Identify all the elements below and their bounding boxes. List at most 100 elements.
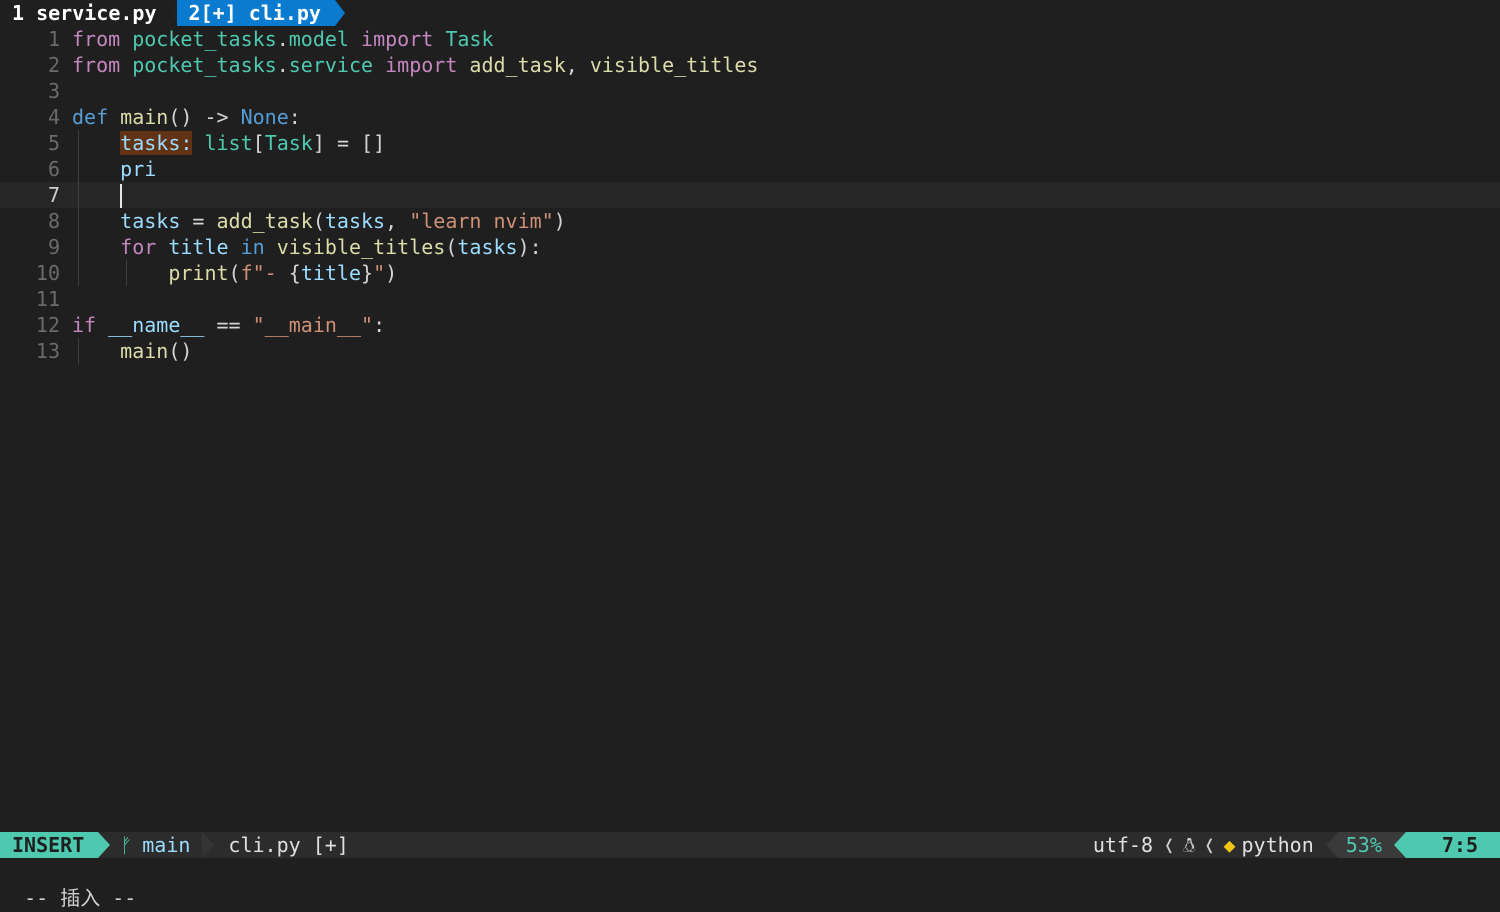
code-token: . [276,53,289,77]
line-number: 4 [47,105,60,129]
code-token: [ [252,131,265,155]
indent-guide [78,182,80,208]
code-token: main [120,105,169,129]
code-line[interactable]: 1 from pocket_tasks.model import Task [0,26,1500,52]
tab-service-py[interactable]: 1 service.py [0,0,167,26]
filetype-label: python [1241,833,1314,857]
encoding: utf-8 [1087,832,1159,858]
code-token: if [72,313,97,337]
code-token: main [120,339,169,363]
code-token: { [288,261,301,285]
percent-arrow-icon [1325,832,1338,858]
code-token: = [180,209,217,233]
file-name: cli.py [+] [214,832,348,858]
code-text: pri [72,156,156,182]
code-token: "learn nvim" [409,209,554,233]
code-token: } [361,261,374,285]
code-line[interactable]: 8 tasks = add_task(tasks, "learn nvim") [0,208,1500,234]
code-token: import [361,27,434,51]
code-token: : [373,313,386,337]
line-number: 12 [35,313,60,337]
branch-arrow-icon [202,832,215,858]
code-token: __name__ [108,313,205,337]
code-token: Task [264,131,313,155]
code-line[interactable]: 2 from pocket_tasks.service import add_ta… [0,52,1500,78]
code-token: , [565,53,590,77]
python-icon: ◆ [1223,833,1236,857]
code-token: () -> [168,105,241,129]
line-number: 7 [47,183,60,207]
code-line[interactable]: 6 pri [0,156,1500,182]
indent-guide [126,260,128,286]
code-token: tasks: [120,131,193,155]
code-token: ) [553,209,566,233]
git-branch-icon: ᚠ [120,833,133,857]
code-text: from pocket_tasks.service import add_tas… [72,52,758,78]
line-number: 1 [47,27,60,51]
filetype: python [1242,832,1326,858]
mode-indicator: INSERT [0,832,99,858]
code-line[interactable]: 3 [0,78,1500,104]
code-token: service [288,53,374,77]
position-arrow-icon [1393,832,1406,858]
mode-arrow-icon [98,832,111,858]
chevron-left-icon: ❬ [1163,833,1176,857]
code-token: pri [120,157,157,181]
code-line[interactable]: 10 print(f"- {title}") [0,260,1500,286]
code-line[interactable]: 11 [0,286,1500,312]
code-token: add_task [469,53,566,77]
indent-guide [78,156,80,182]
code-token: in [240,235,265,259]
indent-guide [78,260,80,286]
line-number: 10 [35,261,60,285]
code-token: from [72,27,121,51]
mode-message: -- 插入 -- [24,886,137,910]
tab-cli-py[interactable]: 2[+] cli.py [166,0,345,26]
code-line[interactable]: 5 tasks: list[Task] = [] [0,130,1500,156]
code-token: pocket_tasks [132,27,277,51]
command-line[interactable]: -- 插入 -- [0,858,1500,910]
line-number: 6 [47,157,60,181]
indent-guide [78,234,80,260]
code-text: def main() -> None: [72,104,301,130]
code-text: tasks: list[Task] = [] [72,130,385,156]
code-token: tasks [457,235,518,259]
text-cursor [120,183,123,208]
statusline: INSERT ᚠ main cli.py [+] utf-8 ❬ 🐧︎ ❬ ◆ … [0,832,1500,858]
code-text: if __name__ == "__main__": [72,312,385,338]
code-line[interactable]: 13 main() [0,338,1500,364]
code-token: () [168,339,193,363]
code-line[interactable]: 4 def main() -> None: [0,104,1500,130]
tab-separator-icon [166,0,177,26]
code-token: == [204,313,253,337]
code-token: for [120,235,157,259]
code-line[interactable]: 9 for title in visible_titles(tasks): [0,234,1500,260]
tab-end-arrow-icon [334,0,345,26]
code-token: ): [517,235,542,259]
code-text: main() [72,338,192,364]
indent-guide [78,338,80,364]
code-token: "__main__" [252,313,374,337]
file-name-label: cli.py [+] [228,833,349,857]
code-token: tasks [120,209,181,233]
code-token: . [276,27,289,51]
editor-buffer[interactable]: 1 from pocket_tasks.model import Task 2 fro… [0,26,1500,364]
code-token: model [288,27,349,51]
line-number: 11 [35,287,60,311]
code-token: ( [312,209,325,233]
git-branch[interactable]: ᚠ main [110,832,203,858]
code-token: tasks [324,209,386,233]
code-line[interactable]: 7 [0,182,1500,208]
code-line[interactable]: 12 if __name__ == "__main__": [0,312,1500,338]
line-number: 8 [47,209,60,233]
